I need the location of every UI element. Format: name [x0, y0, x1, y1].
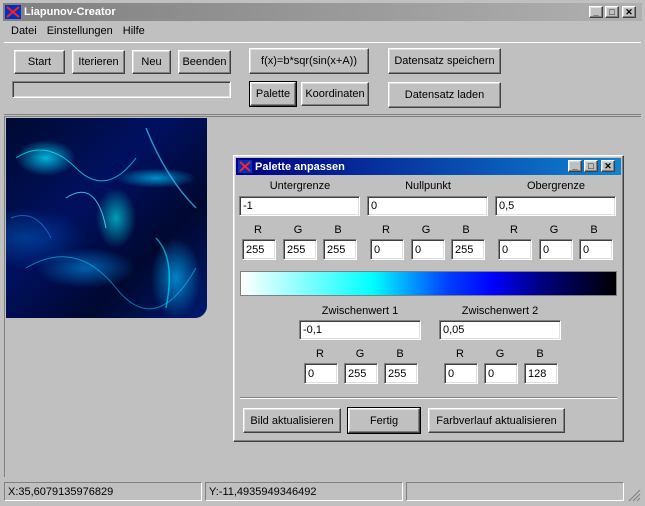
label-g: G [549, 224, 559, 236]
mid2-r-input[interactable]: 0 [444, 363, 478, 384]
dialog-titlebar: Palette anpassen [236, 158, 621, 175]
menu-datei[interactable]: Datei [11, 25, 37, 41]
lower-b-input[interactable]: 255 [323, 239, 357, 260]
fractal-image[interactable] [6, 118, 207, 318]
menu-bar: Datei Einstellungen Hilfe [11, 25, 155, 41]
mid2-value-input[interactable]: 0,05 [439, 320, 561, 340]
label-g: G [421, 224, 431, 236]
progress-bar [12, 81, 231, 98]
zero-b-input[interactable]: 255 [451, 239, 485, 260]
label-r: R [510, 224, 518, 236]
iterieren-button[interactable]: Iterieren [72, 50, 125, 74]
save-dataset-button[interactable]: Datensatz speichern [388, 48, 501, 74]
refresh-image-button[interactable]: Bild aktualisieren [243, 408, 341, 433]
palette-button[interactable]: Palette [249, 81, 297, 107]
label-nullpunkt: Nullpunkt [405, 180, 451, 192]
label-b: B [590, 224, 598, 236]
start-button[interactable]: Start [14, 50, 65, 74]
lower-value-input[interactable]: -1 [239, 196, 360, 216]
label-obergrenze: Obergrenze [526, 180, 586, 192]
mid1-b-input[interactable]: 255 [384, 363, 418, 384]
mid1-g-input[interactable]: 255 [344, 363, 378, 384]
load-dataset-button[interactable]: Datensatz laden [388, 82, 501, 108]
dialog-divider [240, 397, 617, 399]
upper-g-input[interactable]: 0 [539, 239, 573, 260]
mid2-b-input[interactable]: 128 [524, 363, 558, 384]
label-r: R [456, 348, 464, 360]
main-titlebar: Liapunov-Creator [3, 3, 642, 21]
label-zwischenwert-2: Zwischenwert 2 [461, 305, 539, 317]
refresh-gradient-button[interactable]: Farbverlauf aktualisieren [428, 408, 565, 433]
dialog-maximize-icon[interactable]: □ [584, 160, 598, 172]
label-b: B [536, 348, 544, 360]
beenden-button[interactable]: Beenden [178, 50, 231, 74]
mid1-value-input[interactable]: -0,1 [299, 320, 421, 340]
label-r: R [316, 348, 324, 360]
label-r: R [382, 224, 390, 236]
app-icon [5, 5, 21, 19]
minimize-icon[interactable]: _ [589, 6, 603, 18]
label-r: R [254, 224, 262, 236]
label-b: B [462, 224, 470, 236]
menu-hilfe[interactable]: Hilfe [123, 25, 145, 41]
mid2-g-input[interactable]: 0 [484, 363, 518, 384]
lower-r-input[interactable]: 255 [242, 239, 276, 260]
dialog-minimize-icon[interactable]: _ [568, 160, 582, 172]
label-g: G [293, 224, 303, 236]
status-y-coordinate: Y:-11,4935949346492 [205, 482, 403, 501]
lower-g-input[interactable]: 255 [283, 239, 317, 260]
upper-b-input[interactable]: 0 [579, 239, 613, 260]
koordinaten-button[interactable]: Koordinaten [301, 82, 369, 106]
label-b: B [396, 348, 404, 360]
formula-button[interactable]: f(x)=b*sqr(sin(x+A)) [249, 48, 369, 74]
mid1-r-input[interactable]: 0 [304, 363, 338, 384]
color-gradient-preview [240, 271, 617, 296]
label-b: B [334, 224, 342, 236]
done-button[interactable]: Fertig [347, 407, 421, 434]
upper-value-input[interactable]: 0,5 [495, 196, 616, 216]
zero-g-input[interactable]: 0 [411, 239, 445, 260]
maximize-icon[interactable]: □ [605, 6, 619, 18]
neu-button[interactable]: Neu [132, 50, 171, 74]
label-zwischenwert-1: Zwischenwert 1 [321, 305, 399, 317]
window-title: Liapunov-Creator [24, 6, 116, 18]
dialog-app-icon [238, 160, 252, 173]
zero-r-input[interactable]: 0 [370, 239, 404, 260]
label-untergrenze: Untergrenze [269, 180, 331, 192]
dialog-close-icon[interactable]: ✕ [601, 160, 615, 172]
status-empty-panel [406, 482, 624, 501]
upper-r-input[interactable]: 0 [498, 239, 532, 260]
close-icon[interactable]: ✕ [622, 6, 636, 18]
menu-einstellungen[interactable]: Einstellungen [47, 25, 113, 41]
status-x-coordinate: X:35,6079135976829 [4, 482, 202, 501]
label-g: G [495, 348, 505, 360]
resize-grip-icon[interactable] [627, 488, 641, 502]
dialog-title: Palette anpassen [255, 160, 345, 173]
zero-value-input[interactable]: 0 [367, 196, 488, 216]
label-g: G [355, 348, 365, 360]
